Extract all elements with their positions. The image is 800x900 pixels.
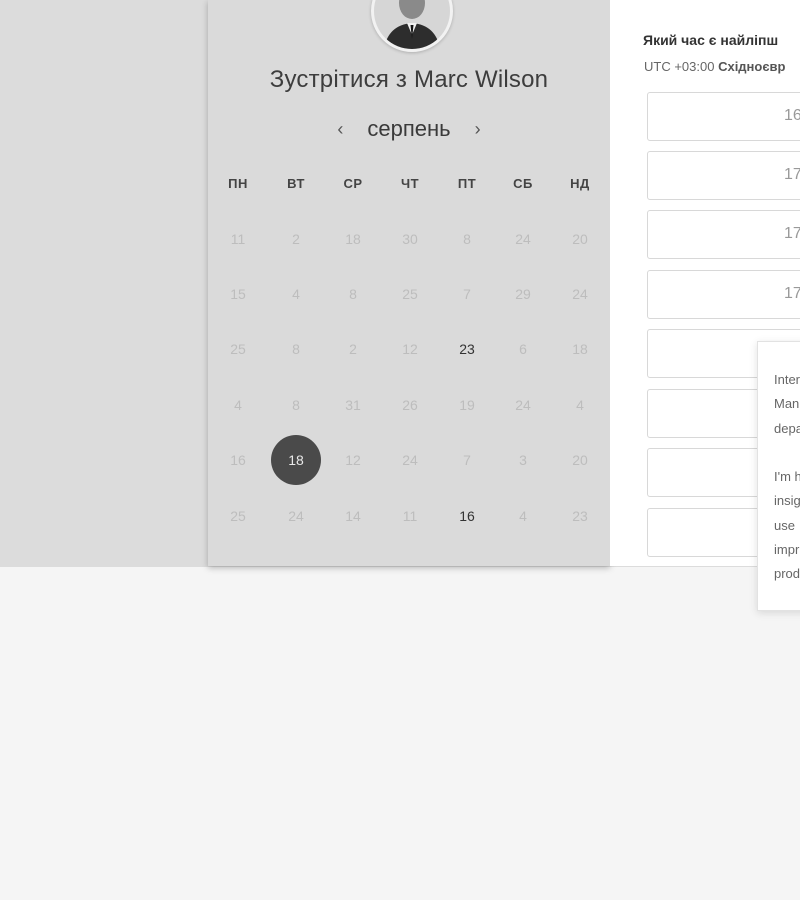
- month-label: серпень: [367, 116, 451, 141]
- calendar-panel: Зустрітися з Marc Wilson ‹ серпень › ПН В…: [208, 0, 610, 566]
- avatar: [371, 0, 453, 52]
- calendar-day: 11: [402, 508, 418, 524]
- calendar-day[interactable]: 16: [442, 491, 492, 541]
- calendar-day: 8: [292, 397, 300, 413]
- calendar-day: 7: [463, 286, 471, 302]
- calendar-day: 8: [463, 231, 471, 247]
- calendar-day: 18: [345, 231, 361, 247]
- calendar-day: 2: [292, 231, 300, 247]
- time-slot-button[interactable]: 16: [647, 92, 800, 141]
- weekday-label: СР: [343, 176, 363, 191]
- time-slot-label: 17: [784, 166, 800, 183]
- calendar-day: 4: [234, 397, 242, 413]
- chevron-left-icon[interactable]: ‹: [329, 119, 351, 140]
- calendar-day: 16: [230, 452, 246, 468]
- time-slot-button[interactable]: 17: [647, 210, 800, 259]
- weekday-label: СБ: [513, 176, 533, 191]
- calendar-day: 24: [572, 286, 588, 302]
- calendar-day: 30: [402, 231, 418, 247]
- time-question: Який час є найліпш: [643, 32, 779, 48]
- calendar-day: 25: [230, 508, 246, 524]
- calendar-day: 8: [349, 286, 357, 302]
- time-slot-label: 17: [784, 225, 800, 242]
- calendar-day: 2: [349, 341, 357, 357]
- calendar-day: 25: [402, 286, 418, 302]
- calendar-day: 8: [292, 341, 300, 357]
- calendar-day: 4: [292, 286, 300, 302]
- calendar-day: 3: [519, 452, 527, 468]
- calendar-day: 11: [230, 231, 246, 247]
- description-popup: Inter Man depa I'm h insig use impr prod: [757, 341, 800, 611]
- calendar-day: 19: [459, 397, 475, 413]
- calendar-day: 26: [402, 397, 418, 413]
- selected-day[interactable]: 18: [271, 435, 321, 485]
- calendar-day: 24: [515, 397, 531, 413]
- calendar-day: 6: [519, 341, 527, 357]
- calendar-day: 24: [288, 508, 304, 524]
- calendar-day: 25: [230, 341, 246, 357]
- calendar-day: 7: [463, 452, 471, 468]
- timezone-name: Східноєвр: [718, 59, 786, 74]
- weekday-label: ПТ: [457, 176, 477, 191]
- weekday-label: НД: [570, 176, 590, 191]
- time-slot-label: 16: [784, 107, 800, 124]
- weekday-label: ПН: [228, 176, 248, 191]
- chevron-right-icon[interactable]: ›: [467, 119, 489, 140]
- weekday-label: ЧТ: [400, 176, 420, 191]
- time-slot-button[interactable]: 17: [647, 151, 800, 200]
- month-navigation: ‹ серпень ›: [208, 114, 610, 144]
- popup-text: Inter Man depa I'm h insig use impr prod: [774, 372, 800, 582]
- time-slot-button[interactable]: 17: [647, 270, 800, 319]
- calendar-day: 23: [572, 508, 588, 524]
- time-slot-label: 17: [784, 285, 800, 302]
- calendar-day[interactable]: 23: [442, 324, 492, 374]
- calendar-day: 12: [402, 341, 418, 357]
- weekday-header: ПН ВТ СР ЧТ ПТ СБ НД: [208, 176, 610, 194]
- calendar-day: 31: [345, 397, 361, 413]
- calendar-day: 4: [576, 397, 584, 413]
- meeting-title: Зустрітися з Marc Wilson: [269, 66, 549, 93]
- calendar-day: 4: [519, 508, 527, 524]
- timezone-label[interactable]: UTC +03:00 Східноєвр: [644, 59, 785, 74]
- calendar-day: 15: [230, 286, 246, 302]
- calendar-day: 24: [402, 452, 418, 468]
- calendar-day: 18: [572, 341, 588, 357]
- calendar-day: 12: [345, 452, 361, 468]
- calendar-day: 29: [515, 286, 531, 302]
- timezone-offset: UTC +03:00: [644, 59, 719, 74]
- calendar-day: 14: [345, 508, 361, 524]
- calendar-day: 20: [572, 231, 588, 247]
- weekday-label: ВТ: [287, 176, 305, 191]
- calendar-day: 24: [515, 231, 531, 247]
- calendar-day: 20: [572, 452, 588, 468]
